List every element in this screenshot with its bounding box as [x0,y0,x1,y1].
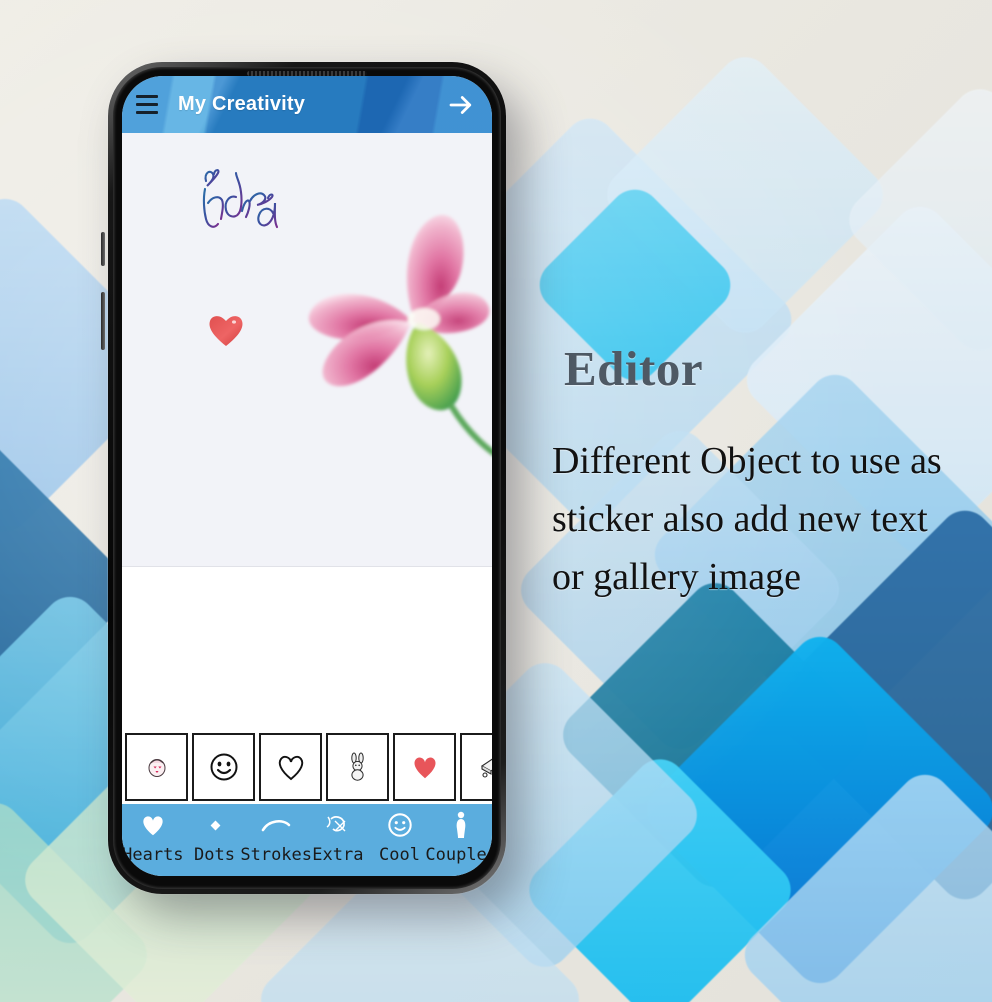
editor-canvas[interactable] [122,133,492,567]
smiley-icon [387,810,413,840]
nav-label: Strokes [240,845,313,865]
nav-item-cool[interactable]: Cool [369,810,431,865]
app-bar: My Creativity [122,76,492,133]
phone-side-button [101,292,105,350]
phone-side-button [101,232,105,266]
smiley-outline-icon [210,753,237,781]
bunny-icon [350,752,364,781]
promo-heading: Editor [564,341,704,396]
nav-item-dots[interactable]: Dots [184,810,246,865]
flower-image-object[interactable] [292,193,492,473]
bunny-sticker[interactable] [326,733,389,801]
nav-item-couples[interactable]: Couples [425,810,492,865]
promo-body: Different Object to use as sticker also … [552,440,942,598]
sketch-cart-sticker[interactable] [460,733,492,801]
heart-outline-icon [278,755,303,781]
heart-filled-icon [413,757,436,779]
sticker-strip[interactable] [122,730,492,804]
page-title: My Creativity [178,93,306,115]
sketch-cart-icon [480,758,492,778]
nav-item-extra[interactable]: Extra [307,810,369,865]
red-heart-sticker[interactable] [393,733,456,801]
hamburger-menu-icon[interactable] [136,95,158,114]
nav-item-hearts[interactable]: Hearts [122,810,184,865]
handwritten-text-object[interactable] [174,155,304,245]
smiley-outline-sticker[interactable] [192,733,255,801]
nav-item-strokes[interactable]: Strokes [240,810,312,865]
baby-face-icon [148,759,165,777]
nav-label: Cool [379,845,420,865]
extra-flourish-icon [325,810,351,840]
baby-face-sticker[interactable] [125,733,188,801]
bottom-navigation[interactable]: Hearts Dots Strokes Extra Cool Couples [122,804,492,876]
phone-screen: My Creativity Hearts Dots Strokes Extra … [122,76,492,876]
heart-icon [140,810,166,840]
phone-bezel: My Creativity Hearts Dots Strokes Extra … [113,67,501,889]
nav-label: Couples [425,845,492,865]
arrow-right-icon[interactable] [446,90,476,120]
heart-outline-sticker[interactable] [259,733,322,801]
diamond-dot-icon [205,810,225,840]
couple-figure-icon [453,810,469,840]
nav-label: Dots [194,845,235,865]
phone-mockup: My Creativity Hearts Dots Strokes Extra … [101,62,506,894]
nav-label: Extra [312,845,364,865]
heart-sticker-object[interactable] [206,310,246,350]
workspace-blank-area[interactable] [122,567,492,730]
stroke-curve-icon [261,810,291,840]
nav-label: Hearts [122,845,184,865]
promo-text-block: Editor Different Object to use as sticke… [552,344,952,606]
